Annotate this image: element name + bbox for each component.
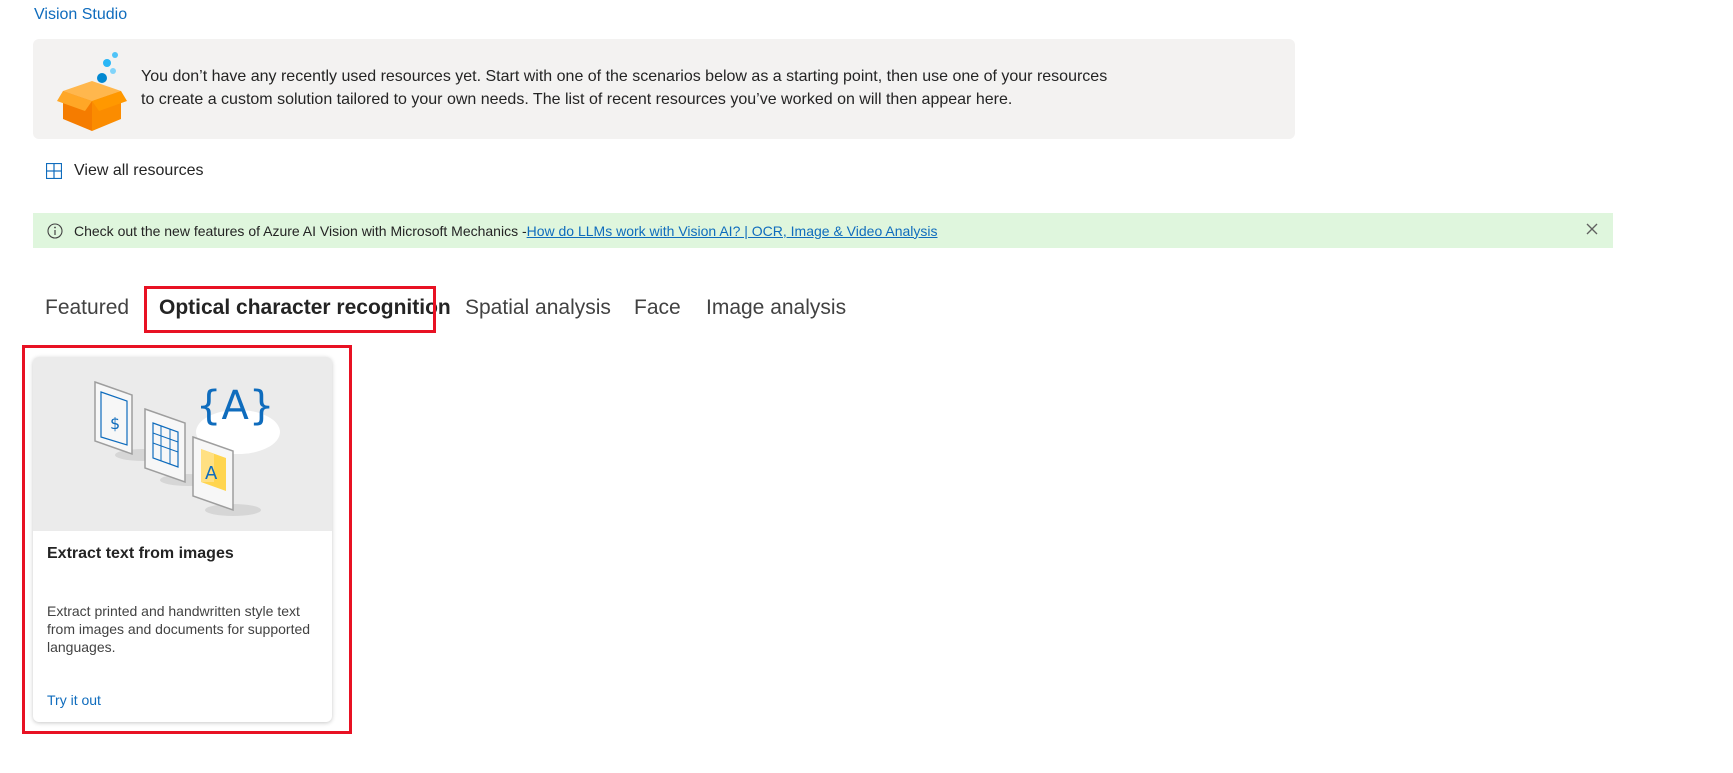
card-description: Extract printed and handwritten style te… <box>47 603 311 655</box>
tab-face[interactable]: Face <box>634 296 681 320</box>
view-all-resources-label: View all resources <box>74 162 204 179</box>
scenario-card-extract-text[interactable]: $ A {A} Extract text from images Extract… <box>33 357 332 722</box>
empty-resources-banner: You don’t have any recently used resourc… <box>33 39 1295 139</box>
empty-state-line-1: You don’t have any recently used resourc… <box>141 68 1108 85</box>
tab-spatial-analysis[interactable]: Spatial analysis <box>465 296 611 320</box>
info-message-bar: Check out the new features of Azure AI V… <box>33 213 1613 248</box>
empty-state-line-2: to create a custom solution tailored to … <box>141 91 1013 108</box>
grid-icon <box>46 163 62 179</box>
info-icon <box>47 222 63 239</box>
vision-studio-link[interactable]: Vision Studio <box>34 6 127 24</box>
open-box-icon <box>57 52 127 131</box>
empty-state-message: You don’t have any recently used resourc… <box>141 65 1131 111</box>
card-title: Extract text from images <box>47 545 234 562</box>
svg-text:$: $ <box>110 414 120 433</box>
svg-text:A: A <box>205 463 218 484</box>
tab-optical-character-recognition[interactable]: Optical character recognition <box>159 296 451 320</box>
view-all-resources-button[interactable]: View all resources <box>46 162 204 180</box>
ocr-illustration: $ A {A} <box>33 357 332 531</box>
tab-image-analysis[interactable]: Image analysis <box>706 296 846 320</box>
svg-text:{A}: {A} <box>196 383 274 429</box>
tab-featured[interactable]: Featured <box>45 296 129 320</box>
try-it-out-link[interactable]: Try it out <box>47 692 101 708</box>
close-icon[interactable] <box>1585 222 1599 236</box>
info-message-text: Check out the new features of Azure AI V… <box>74 222 527 239</box>
mechanics-video-link[interactable]: How do LLMs work with Vision AI? | OCR, … <box>527 223 938 239</box>
